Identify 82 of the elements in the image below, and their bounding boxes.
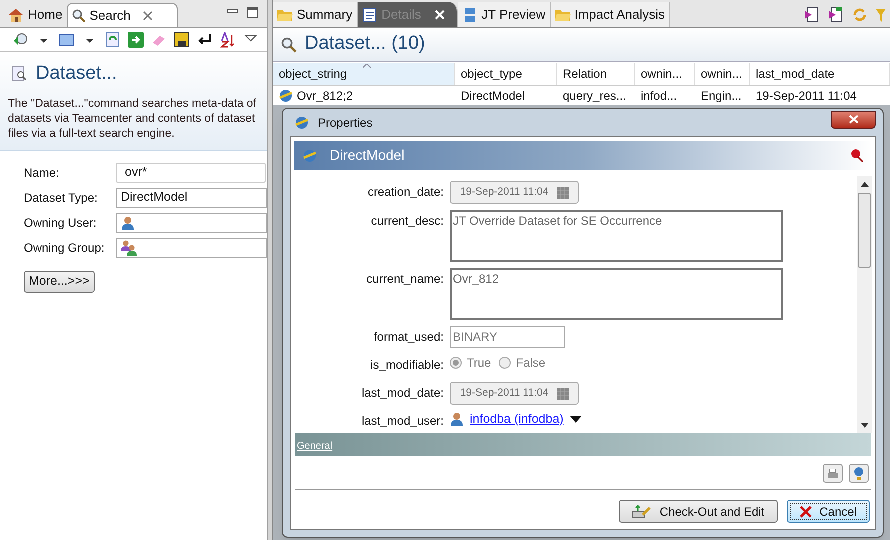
search-back-icon[interactable] — [13, 32, 29, 48]
printer-icon — [827, 468, 839, 478]
radio-option[interactable]: True — [450, 354, 492, 372]
property-label: format_used: — [372, 329, 445, 346]
table-cell-text: 19-Sep-2011 11:04 — [755, 88, 858, 104]
calendar-icon[interactable] — [556, 388, 569, 400]
table-cell-text: Engin... — [700, 88, 743, 104]
dialog-title: Properties — [318, 114, 373, 132]
search-page-icon — [12, 66, 28, 82]
input-field[interactable]: ovr* — [116, 162, 266, 182]
date-field[interactable]: 19-Sep-2011 11:04 — [450, 382, 579, 405]
print-button[interactable] — [823, 464, 843, 483]
dataset-icon — [279, 88, 293, 102]
refresh-icon[interactable] — [105, 32, 121, 48]
house-icon — [8, 8, 24, 22]
close-icon — [800, 506, 812, 518]
field-label: Dataset Type: — [24, 190, 99, 206]
close-icon[interactable] — [142, 10, 153, 20]
user-group-icon — [121, 240, 137, 256]
radio-option[interactable]: False — [499, 354, 546, 372]
dialog-button[interactable]: Check-Out and Edit — [618, 500, 778, 523]
editor-tab[interactable]: Impact Analysis — [550, 2, 670, 27]
maximize-icon[interactable] — [247, 7, 259, 19]
view-tab[interactable]: Home — [4, 3, 67, 27]
arrow-right-icon[interactable] — [128, 32, 144, 48]
folder-icon — [554, 8, 571, 22]
scroll-up-icon[interactable] — [860, 182, 868, 187]
document-icon[interactable] — [828, 7, 844, 23]
date-field[interactable]: 19-Sep-2011 11:04 — [450, 181, 579, 204]
calendar-icon[interactable] — [556, 186, 569, 198]
edit-icon — [632, 504, 652, 518]
more-button[interactable]: More...>>> — [24, 270, 95, 292]
dialog-button[interactable]: Cancel — [786, 500, 870, 523]
window-icon[interactable] — [59, 32, 75, 48]
user-icon — [121, 216, 135, 230]
property-label: current_name: — [366, 271, 445, 288]
table-cell-text: query_res... — [562, 88, 628, 104]
search-description: The "Dataset..."command searches meta-data of datasets via Teamcenter and contents of dataset files via a full-text search engine. — [8, 96, 258, 142]
search-icon — [281, 36, 297, 52]
text-area[interactable]: JT Override Dataset for SE Occurrence — [450, 210, 783, 262]
user-link[interactable]: infodba (infodba) — [470, 410, 564, 429]
property-label: last_mod_user: — [360, 413, 445, 430]
scroll-down-icon[interactable] — [860, 423, 868, 428]
folder-icon — [277, 8, 293, 22]
property-label: creation_date: — [366, 184, 445, 201]
close-button[interactable] — [831, 110, 876, 128]
input-field[interactable] — [116, 238, 267, 258]
input-field[interactable]: DirectModel — [116, 188, 267, 208]
field-label: Owning User: — [24, 214, 98, 232]
sort-icon[interactable] — [220, 32, 236, 48]
dropdown-arrow-icon[interactable] — [570, 416, 582, 423]
dataset-icon — [302, 148, 318, 164]
object-title: DirectModel — [330, 146, 405, 165]
user-icon — [450, 412, 464, 426]
search-icon — [72, 8, 86, 22]
pin-icon[interactable] — [850, 148, 864, 162]
field-label: Owning Group: — [24, 240, 106, 256]
property-label: last_mod_date: — [360, 385, 445, 402]
globe-button[interactable] — [849, 464, 869, 483]
view-tab[interactable]: Search — [66, 3, 178, 27]
scrollbar[interactable] — [857, 176, 872, 433]
globe-icon — [853, 466, 865, 480]
table-cell: Ovr_812;2 — [273, 86, 455, 105]
text-area[interactable]: Ovr_812 — [450, 268, 783, 320]
close-icon — [848, 115, 858, 124]
editor-tab[interactable]: Summary — [273, 2, 358, 27]
property-label: current_desc: — [370, 213, 445, 230]
table-cell-text: DirectModel — [460, 88, 526, 104]
clipboard-icon — [362, 6, 378, 22]
document-icon[interactable] — [804, 7, 820, 23]
table-cell-text: infod... — [640, 88, 678, 104]
property-label: is_modifiable: — [370, 357, 445, 374]
field-label: Name: — [24, 164, 60, 182]
search-title: Dataset... — [36, 62, 118, 86]
dataset-icon — [294, 114, 310, 130]
save-icon[interactable] — [174, 32, 190, 48]
enter-icon[interactable] — [197, 32, 213, 48]
results-title: Dataset... (10) — [305, 32, 426, 56]
input-field[interactable]: BINARY — [450, 326, 565, 348]
editor-tab[interactable]: JT Preview — [458, 2, 551, 27]
input-field[interactable] — [116, 212, 267, 232]
column-header[interactable]: object_string — [273, 63, 455, 85]
